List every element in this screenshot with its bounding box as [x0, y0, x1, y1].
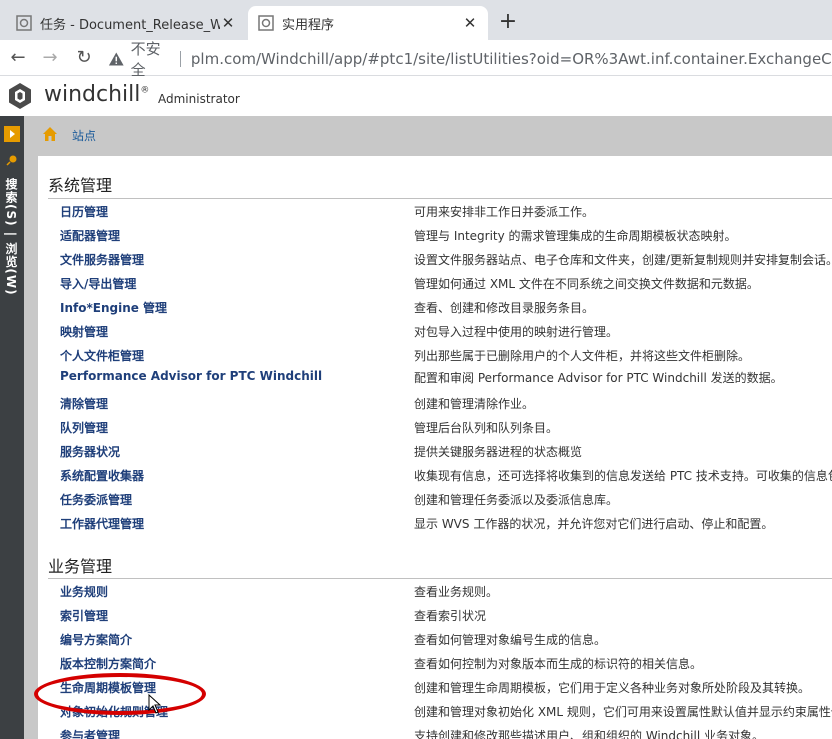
utility-description: 配置和审阅 Performance Advisor for PTC Windch…: [414, 371, 783, 385]
utility-link[interactable]: 导入/导出管理: [60, 275, 136, 292]
browser-tab-utilities[interactable]: 实用程序 ✕: [248, 6, 488, 40]
utility-link[interactable]: Info*Engine 管理: [60, 299, 167, 316]
utility-description: 创建和管理清除作业。: [414, 397, 535, 411]
utility-row: Performance Advisor for PTC Windchill 配置和…: [48, 365, 832, 389]
section-title-system-admin: 系统管理: [48, 176, 113, 195]
utility-link[interactable]: 队列管理: [60, 419, 108, 436]
utility-row: 服务器状况 提供关键服务器进程的状态概览: [48, 439, 832, 463]
security-label: 不安全: [130, 40, 161, 79]
utility-description: 创建和管理对象初始化 XML 规则，它们可用来设置属性默认值并显示约束属性值: [414, 705, 832, 719]
utility-row: 日历管理 可用来安排非工作日并委派工作。: [48, 199, 832, 223]
utility-row: 索引管理 查看索引状况: [48, 603, 832, 627]
browser-tab-task[interactable]: 任务 - Document_Release_WF_ ✕: [6, 6, 246, 40]
utility-description: 查看如何管理对象编号生成的信息。: [414, 633, 607, 647]
utility-row: 工作器代理管理 显示 WVS 工作器的状况，并允许您对它们进行启动、停止和配置。: [48, 511, 832, 535]
browser-toolbar: ← → ↻ 不安全 plm.com/Windchill/app/#ptc1/si…: [0, 40, 832, 79]
utility-description: 设置文件服务器站点、电子仓库和文件夹，创建/更新复制规则并安排复制会话。: [414, 253, 832, 267]
utility-link[interactable]: 版本控制方案简介: [60, 655, 156, 672]
utility-row: 清除管理 创建和管理清除作业。: [48, 391, 832, 415]
utility-description: 创建和管理生命周期模板，它们用于定义各种业务对象所处阶段及其转换。: [414, 681, 811, 695]
user-name[interactable]: Administrator: [158, 92, 240, 106]
close-icon[interactable]: ✕: [220, 15, 236, 31]
utility-link[interactable]: 索引管理: [60, 607, 108, 624]
warning-icon: [108, 52, 124, 66]
utility-row: 版本控制方案简介 查看如何控制为对象版本而生成的标识符的相关信息。: [48, 651, 832, 675]
utility-link[interactable]: 参与者管理: [60, 727, 120, 739]
pin-icon[interactable]: [6, 154, 18, 166]
back-arrow-icon[interactable]: ←: [6, 46, 30, 70]
utility-row: 个人文件柜管理 列出那些属于已删除用户的个人文件柜，并将这些文件柜删除。: [48, 343, 832, 367]
utility-description: 对包导入过程中使用的映射进行管理。: [414, 325, 619, 339]
brand-text: windchill: [44, 82, 141, 107]
utility-row: 映射管理 对包导入过程中使用的映射进行管理。: [48, 319, 832, 343]
utility-link[interactable]: 个人文件柜管理: [60, 347, 144, 364]
utility-description: 收集现有信息，还可选择将收集到的信息发送给 PTC 技术支持。可收集的信息包: [414, 469, 832, 483]
utility-row: 编号方案简介 查看如何管理对象编号生成的信息。: [48, 627, 832, 651]
home-icon[interactable]: [42, 126, 58, 142]
breadcrumb: 站点: [24, 116, 832, 152]
utility-link[interactable]: 业务规则: [60, 583, 108, 600]
utility-description: 查看、创建和修改目录服务条目。: [414, 301, 595, 315]
utility-link[interactable]: 工作器代理管理: [60, 515, 144, 532]
breadcrumb-site-link[interactable]: 站点: [72, 127, 96, 144]
utilities-page: 系统管理 日历管理 可用来安排非工作日并委派工作。 适配器管理 管理与 Integr…: [24, 152, 832, 739]
utility-row: Info*Engine 管理 查看、创建和修改目录服务条目。: [48, 295, 832, 319]
forward-arrow-icon[interactable]: →: [38, 46, 62, 70]
utility-link[interactable]: 编号方案简介: [60, 631, 132, 648]
utility-row: 文件服务器管理 设置文件服务器站点、电子仓库和文件夹，创建/更新复制规则并安排复制…: [48, 247, 832, 271]
reload-icon[interactable]: ↻: [72, 46, 96, 70]
utility-description: 管理后台队列和队列条目。: [414, 421, 559, 435]
utility-description: 提供关键服务器进程的状态概览: [414, 445, 583, 459]
utility-description: 支持创建和修改那些描述用户、组和组织的 Windchill 业务对象。: [414, 729, 764, 739]
utilities-panel: 系统管理 日历管理 可用来安排非工作日并委派工作。 适配器管理 管理与 Integr…: [38, 156, 832, 739]
brand-name[interactable]: windchill®: [44, 82, 149, 107]
utility-row: 适配器管理 管理与 Integrity 的需求管理集成的生命周期模板状态映射。: [48, 223, 832, 247]
utility-description: 查看索引状况: [414, 609, 487, 623]
expand-navigator-icon[interactable]: [4, 126, 20, 142]
close-icon[interactable]: ✕: [462, 15, 478, 31]
utility-description: 列出那些属于已删除用户的个人文件柜，并将这些文件柜删除。: [414, 349, 751, 363]
navigator-sidebar: 搜索(S) | 浏览(W): [0, 116, 24, 739]
utility-row: 参与者管理 支持创建和修改那些描述用户、组和组织的 Windchill 业务对象。: [48, 723, 832, 739]
utility-description: 创建和管理任务委派以及委派信息库。: [414, 493, 619, 507]
section-title-business-admin: 业务管理: [48, 557, 113, 576]
utility-link[interactable]: 映射管理: [60, 323, 108, 340]
utility-row: 系统配置收集器 收集现有信息，还可选择将收集到的信息发送给 PTC 技术支持。可收…: [48, 463, 832, 487]
search-browse-tab[interactable]: 搜索(S) | 浏览(W): [4, 178, 20, 296]
utility-description: 显示 WVS 工作器的状况，并允许您对它们进行启动、停止和配置。: [414, 517, 774, 531]
tab-title: 实用程序: [282, 17, 335, 33]
utility-link[interactable]: 系统配置收集器: [60, 467, 144, 484]
mouse-cursor-icon: [148, 694, 162, 714]
app-header: windchill® Administrator: [0, 76, 832, 116]
utility-row: 业务规则 查看业务规则。: [48, 579, 832, 603]
registered-mark: ®: [140, 85, 150, 96]
utility-description: 查看业务规则。: [414, 585, 499, 599]
utility-description: 管理如何通过 XML 文件在不同系统之间交换文件数据和元数据。: [414, 277, 759, 291]
utility-description: 查看如何控制为对象版本而生成的标识符的相关信息。: [414, 657, 703, 671]
utility-description: 可用来安排非工作日并委派工作。: [414, 205, 595, 219]
utility-link[interactable]: 清除管理: [60, 395, 108, 412]
utility-row: 任务委派管理 创建和管理任务委派以及委派信息库。: [48, 487, 832, 511]
windchill-favicon-icon: [16, 15, 32, 31]
new-tab-button[interactable]: +: [496, 11, 520, 35]
address-bar[interactable]: 不安全 plm.com/Windchill/app/#ptc1/site/lis…: [108, 40, 832, 79]
utility-link[interactable]: 任务委派管理: [60, 491, 132, 508]
annotation-circle: [34, 673, 206, 715]
utility-row: 队列管理 管理后台队列和队列条目。: [48, 415, 832, 439]
utility-link[interactable]: Performance Advisor for PTC Windchill: [60, 369, 322, 383]
utility-link[interactable]: 服务器状况: [60, 443, 120, 460]
utility-row: 导入/导出管理 管理如何通过 XML 文件在不同系统之间交换文件数据和元数据。: [48, 271, 832, 295]
utility-link[interactable]: 日历管理: [60, 203, 108, 220]
browser-tab-strip: 任务 - Document_Release_WF_ ✕ 实用程序 ✕ +: [0, 0, 832, 40]
utility-link[interactable]: 文件服务器管理: [60, 251, 144, 268]
url-text: plm.com/Windchill/app/#ptc1/site/listUti…: [190, 50, 832, 68]
utility-description: 管理与 Integrity 的需求管理集成的生命周期模板状态映射。: [414, 229, 737, 243]
tab-title: 任务 - Document_Release_WF_: [40, 17, 220, 33]
windchill-favicon-icon: [258, 15, 274, 31]
utility-link[interactable]: 适配器管理: [60, 227, 120, 244]
divider: [179, 51, 181, 67]
windchill-logo-icon: [9, 83, 31, 109]
